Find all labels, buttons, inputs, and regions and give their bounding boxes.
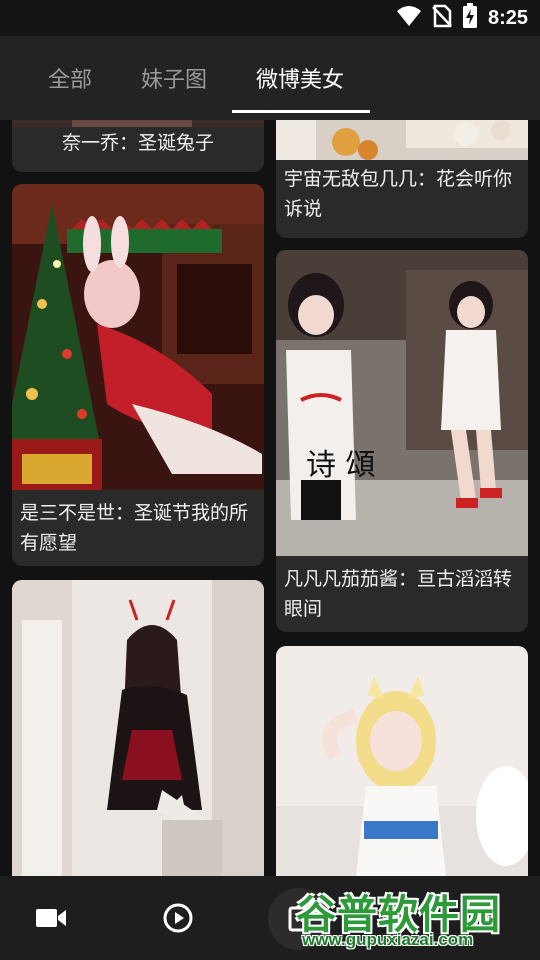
watermark-url: www.gupuxiazai.com — [302, 930, 474, 949]
video-camera-icon[interactable] — [29, 896, 73, 940]
flowers-photo — [276, 120, 528, 160]
photo-card[interactable]: 奈一乔：圣诞兔子 — [12, 120, 264, 172]
watermark-logo: 谷普软件园 www.gupuxiazai.com — [292, 880, 536, 958]
svg-text:诗 頌: 诗 頌 — [306, 448, 376, 483]
photo-card[interactable]: 宇宙无敌包几几：花会听你诉说 — [276, 120, 528, 238]
photo-title: 奈一乔：圣诞兔子 — [61, 132, 214, 154]
tab-bar: 全部 妹子图 微博美女 — [0, 36, 540, 120]
photo-title: 凡凡凡茄茄酱：亘古滔滔转眼间 — [284, 568, 513, 620]
photo-card[interactable] — [276, 646, 528, 876]
status-icons: 8:25 — [396, 3, 528, 33]
christmas-bunny-cosplay-photo — [12, 120, 264, 127]
tab-weibo-beauties[interactable]: 微博美女 — [256, 62, 344, 94]
battery-charging-icon — [462, 3, 478, 33]
no-sim-icon — [432, 4, 452, 32]
photo-feed[interactable]: 奈一乔：圣诞兔子 是三不是世：圣诞节我的所有愿望 宇宙无敌包几几：花会听你诉说 … — [0, 120, 540, 876]
wifi-icon — [396, 5, 422, 31]
photo-card[interactable]: 诗 頌 凡凡凡茄茄酱：亘古滔滔转眼间 — [276, 250, 528, 632]
photo-card[interactable]: 是三不是世：圣诞节我的所有愿望 — [12, 184, 264, 566]
qipao-cosplay-photo: 诗 頌 — [276, 250, 528, 556]
christmas-tree-cosplay-photo — [12, 184, 264, 490]
gothic-dress-cosplay-photo — [12, 580, 264, 876]
status-bar: 8:25 — [0, 0, 540, 36]
photo-card[interactable] — [12, 580, 264, 876]
catgirl-cosplay-photo — [276, 646, 528, 876]
status-time: 8:25 — [487, 6, 528, 29]
tab-indicator — [232, 110, 370, 113]
tab-girls-pics[interactable]: 妹子图 — [141, 62, 207, 94]
play-circle-icon[interactable] — [156, 896, 200, 940]
photo-title: 宇宙无敌包几几：花会听你诉说 — [284, 168, 513, 220]
tab-all[interactable]: 全部 — [48, 62, 92, 94]
photo-title: 是三不是世：圣诞节我的所有愿望 — [20, 502, 249, 554]
